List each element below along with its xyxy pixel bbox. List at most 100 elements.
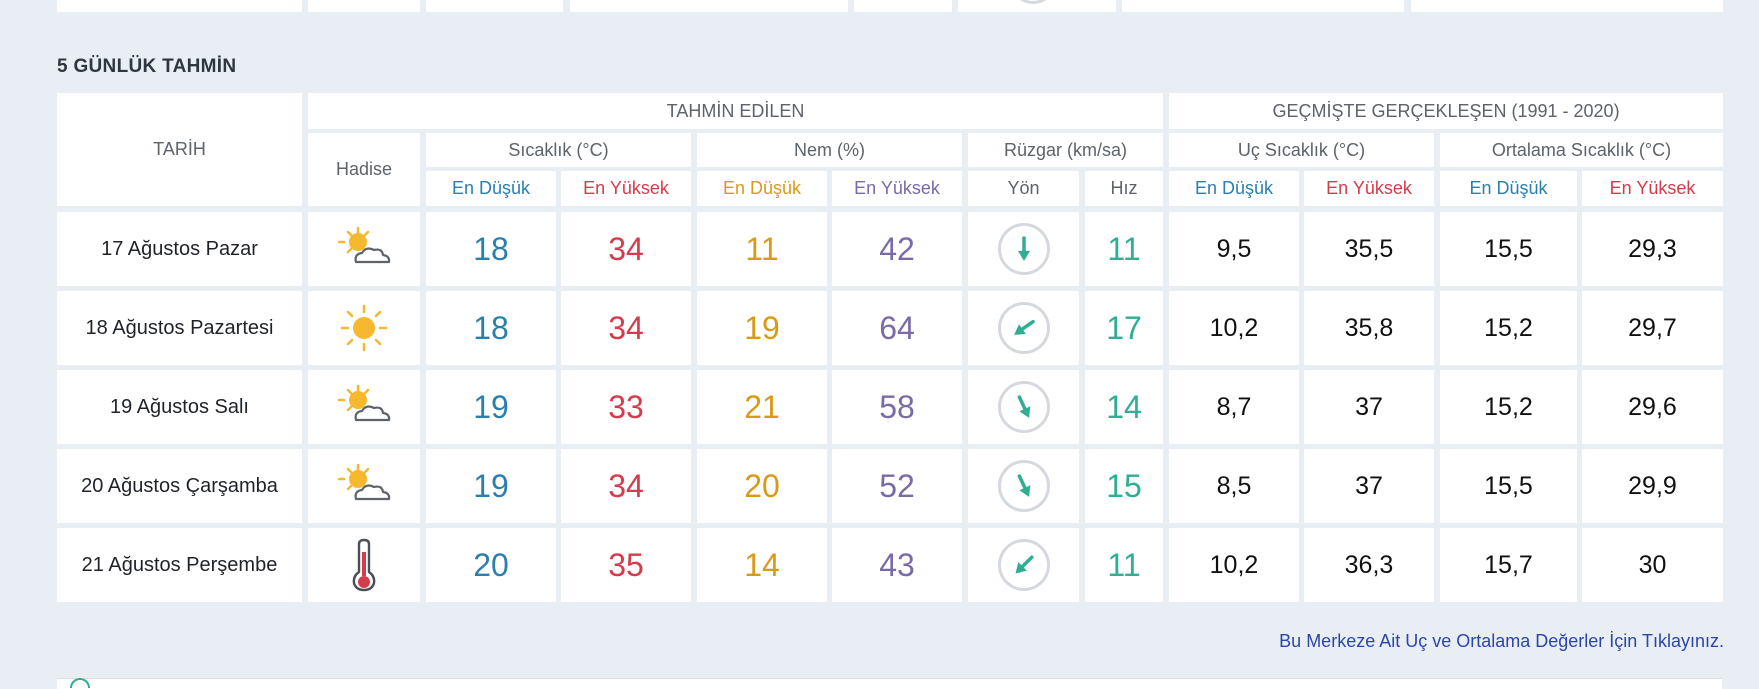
temp-low-value: 19: [426, 449, 556, 523]
partly-cloudy-icon: [337, 463, 391, 501]
ext-high-value: 35,5: [1304, 212, 1434, 286]
header-hum-high: En Yüksek: [832, 171, 962, 206]
avg-high-value: 29,3: [1582, 212, 1723, 286]
ext-high-value: 35,8: [1304, 291, 1434, 365]
temp-low-value: 18: [426, 291, 556, 365]
wind-speed-value: 14: [1085, 370, 1163, 444]
previous-table-remnant: [0, 0, 1759, 14]
wind-arrow-southwest-icon: [997, 539, 1050, 591]
header-wind-direction: Yön: [968, 171, 1079, 206]
partly-cloudy-icon: [337, 226, 391, 264]
header-temp-low: En Düşük: [426, 171, 556, 206]
temp-high-value: 33: [561, 370, 691, 444]
wind-direction-cell: [968, 528, 1079, 602]
avg-low-value: 15,5: [1440, 449, 1577, 523]
ext-high-value: 37: [1304, 449, 1434, 523]
header-temp-high: En Yüksek: [561, 171, 691, 206]
remnant-cell: [854, 0, 952, 12]
ext-low-value: 8,7: [1169, 370, 1299, 444]
ext-low-value: 9,5: [1169, 212, 1299, 286]
ext-high-value: 36,3: [1304, 528, 1434, 602]
ext-high-value: 37: [1304, 370, 1434, 444]
humidity-low-value: 19: [697, 291, 827, 365]
next-section-bar: [57, 678, 1722, 689]
ext-low-value: 10,2: [1169, 528, 1299, 602]
humidity-high-value: 43: [832, 528, 962, 602]
wind-arrow-south-icon: [997, 223, 1050, 275]
humidity-low-value: 20: [697, 449, 827, 523]
humidity-low-value: 11: [697, 212, 827, 286]
humidity-high-value: 64: [832, 291, 962, 365]
remnant-cell: [1122, 0, 1404, 12]
header-temperature: Sıcaklık (°C): [426, 133, 691, 167]
humidity-low-value: 21: [697, 370, 827, 444]
avg-high-value: 30: [1582, 528, 1723, 602]
avg-low-value: 15,7: [1440, 528, 1577, 602]
weather-event-cell: [308, 528, 420, 602]
humidity-low-value: 14: [697, 528, 827, 602]
humidity-high-value: 52: [832, 449, 962, 523]
ext-low-value: 8,5: [1169, 449, 1299, 523]
wind-arrow-southwest-icon: [997, 302, 1050, 354]
header-forecast-group: TAHMİN EDİLEN: [308, 93, 1163, 129]
header-extreme-temp: Uç Sıcaklık (°C): [1169, 133, 1434, 167]
remnant-cell: [570, 0, 848, 12]
header-event: Hadise: [308, 133, 420, 206]
wind-arrow-south-southeast-icon: [997, 381, 1050, 433]
sunny-icon: [340, 304, 388, 352]
wind-speed-value: 17: [1085, 291, 1163, 365]
header-hum-low: En Düşük: [697, 171, 827, 206]
header-ext-high: En Yüksek: [1304, 171, 1434, 206]
row-date: 17 Ağustos Pazar: [57, 212, 302, 286]
remnant-cell: [1411, 0, 1723, 12]
header-avg-high: En Yüksek: [1582, 171, 1723, 206]
avg-low-value: 15,2: [1440, 370, 1577, 444]
header-humidity: Nem (%): [697, 133, 962, 167]
extreme-average-values-link[interactable]: Bu Merkeze Ait Uç ve Ortalama Değerler İ…: [1279, 631, 1724, 652]
weather-event-cell: [308, 212, 420, 286]
avg-high-value: 29,7: [1582, 291, 1723, 365]
temp-high-value: 34: [561, 449, 691, 523]
humidity-high-value: 58: [832, 370, 962, 444]
wind-speed-value: 11: [1085, 212, 1163, 286]
weather-event-cell: [308, 449, 420, 523]
remnant-cell: [308, 0, 420, 12]
section-title: 5 GÜNLÜK TAHMİN: [57, 56, 237, 77]
header-wind: Rüzgar (km/sa): [968, 133, 1163, 167]
weather-event-cell: [308, 370, 420, 444]
wind-direction-cell: [968, 370, 1079, 444]
header-ext-low: En Düşük: [1169, 171, 1299, 206]
wind-arrow-south-southeast-icon: [997, 460, 1050, 512]
avg-high-value: 29,9: [1582, 449, 1723, 523]
temp-low-value: 20: [426, 528, 556, 602]
wind-speed-value: 11: [1085, 528, 1163, 602]
header-avg-temp: Ortalama Sıcaklık (°C): [1440, 133, 1723, 167]
wind-direction-cell: [968, 291, 1079, 365]
header-wind-speed: Hız: [1085, 171, 1163, 206]
temp-high-value: 34: [561, 212, 691, 286]
avg-high-value: 29,6: [1582, 370, 1723, 444]
ext-low-value: 10,2: [1169, 291, 1299, 365]
row-date: 20 Ağustos Çarşamba: [57, 449, 302, 523]
thermometer-hot-icon: [352, 538, 376, 592]
temp-high-value: 35: [561, 528, 691, 602]
avg-low-value: 15,2: [1440, 291, 1577, 365]
row-date: 18 Ağustos Pazartesi: [57, 291, 302, 365]
header-avg-low: En Düşük: [1440, 171, 1577, 206]
temp-low-value: 18: [426, 212, 556, 286]
row-date: 19 Ağustos Salı: [57, 370, 302, 444]
row-date: 21 Ağustos Perşembe: [57, 528, 302, 602]
humidity-high-value: 42: [832, 212, 962, 286]
header-date: TARİH: [57, 93, 302, 206]
temp-high-value: 34: [561, 291, 691, 365]
temp-low-value: 19: [426, 370, 556, 444]
remnant-cell: [57, 0, 302, 12]
wind-direction-cell: [968, 449, 1079, 523]
remnant-cell: [426, 0, 563, 12]
weather-event-cell: [308, 291, 420, 365]
header-history-group: GEÇMİŞTE GERÇEKLEŞEN (1991 - 2020): [1169, 93, 1723, 129]
wind-speed-value: 15: [1085, 449, 1163, 523]
partly-cloudy-icon: [337, 384, 391, 422]
avg-low-value: 15,5: [1440, 212, 1577, 286]
wind-direction-cell: [968, 212, 1079, 286]
